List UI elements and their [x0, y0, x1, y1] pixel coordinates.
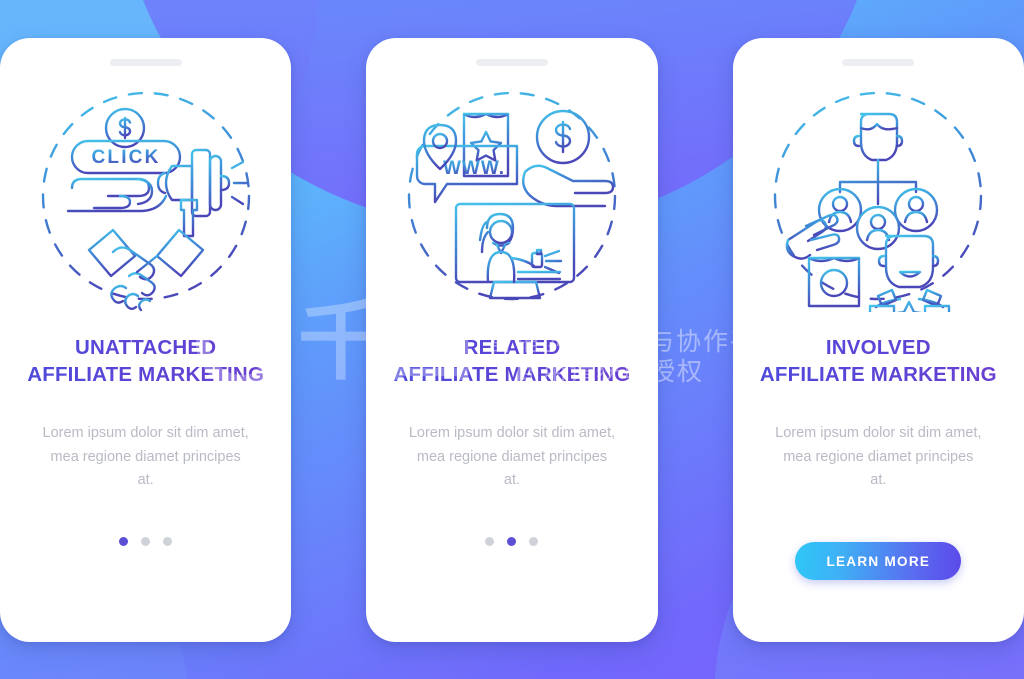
onboarding-card-unattached[interactable]: CLICK UNATTACHED AFFILIATE MARKETING Lor…: [0, 38, 292, 642]
phone-speaker-bar: [842, 59, 915, 66]
pagination-dot-1[interactable]: [119, 537, 129, 546]
card-title: RELATED AFFILIATE MARKETING: [384, 334, 641, 388]
click-money-megaphone-handshake-icon: CLICK: [41, 91, 250, 312]
onboarding-card-involved[interactable]: INVOLVED AFFILIATE MARKETING Lorem ipsum…: [732, 38, 1024, 642]
pagination-dot-3[interactable]: [529, 537, 539, 546]
card-body-text: Lorem ipsum dolor sit dim amet, mea regi…: [775, 425, 982, 489]
phone-speaker-bar: [109, 59, 182, 66]
onboarding-card-related[interactable]: WWW. RELATED AFFILIATE MARKETING Lorem i…: [366, 38, 658, 642]
card-title-line1: INVOLVED: [825, 336, 931, 359]
onboarding-card-list: CLICK UNATTACHED AFFILIATE MARKETING Lor…: [0, 0, 1024, 679]
pagination-dot-1[interactable]: [485, 537, 495, 546]
card-body-text: Lorem ipsum dolor sit dim amet, mea regi…: [408, 425, 616, 489]
learn-more-button[interactable]: LEARN MORE: [795, 542, 962, 580]
network-people-package-shopper-icon: [774, 91, 983, 312]
card-body-text: Lorem ipsum dolor sit dim amet, mea regi…: [42, 425, 249, 489]
pagination-dots[interactable]: [0, 537, 291, 546]
card-title-line2: AFFILIATE MARKETING: [393, 363, 631, 387]
pagination-dot-2[interactable]: [507, 537, 517, 546]
svg-text:WWW.: WWW.: [443, 158, 505, 179]
phone-speaker-bar: [475, 59, 548, 66]
card-title-line1: UNATTACHED: [75, 336, 217, 359]
pagination-dots[interactable]: [366, 537, 657, 546]
card-title: INVOLVED AFFILIATE MARKETING: [750, 334, 1007, 388]
www-pin-product-dollar-monitor-icon: WWW.: [407, 91, 617, 301]
card-title: UNATTACHED AFFILIATE MARKETING: [17, 334, 274, 388]
card-title-line2: AFFILIATE MARKETING: [27, 363, 265, 387]
pagination-dot-2[interactable]: [141, 537, 151, 546]
pagination-dot-3[interactable]: [163, 537, 173, 546]
card-title-line1: RELATED: [463, 336, 561, 359]
card-title-line2: AFFILIATE MARKETING: [759, 363, 997, 387]
svg-text:CLICK: CLICK: [91, 147, 160, 168]
